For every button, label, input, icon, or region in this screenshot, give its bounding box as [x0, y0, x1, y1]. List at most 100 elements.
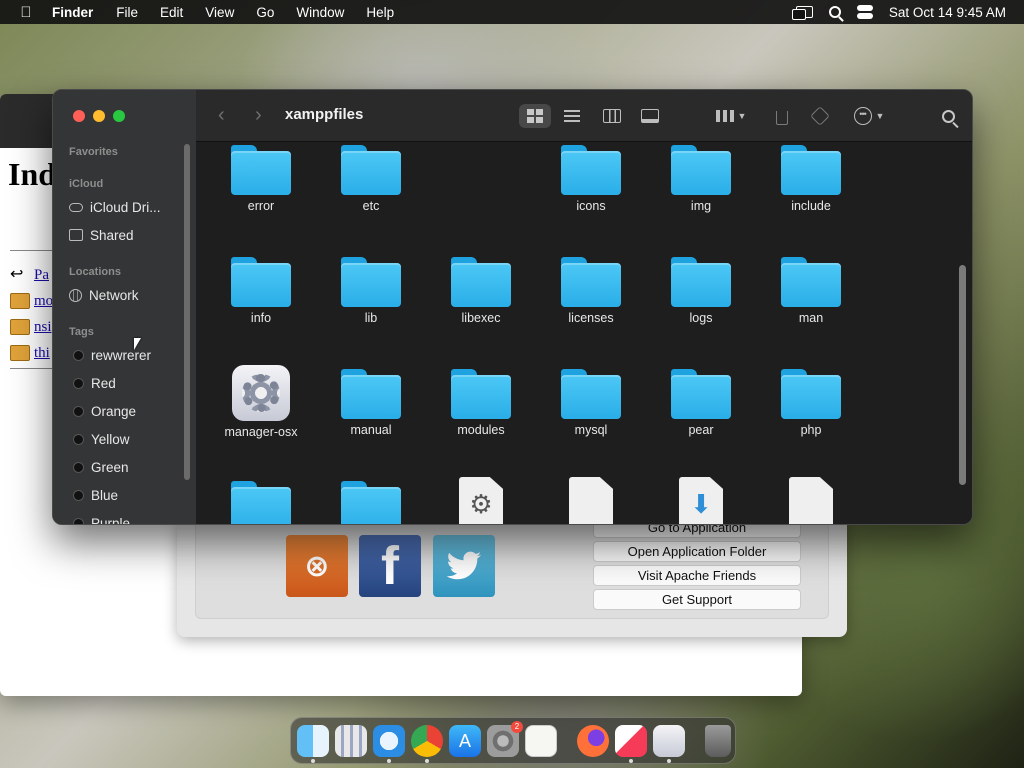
- file-item-licenses[interactable]: licenses: [541, 257, 641, 325]
- file-item-info[interactable]: info: [211, 257, 311, 325]
- trash-icon[interactable]: [705, 724, 731, 757]
- get-support-button[interactable]: Get Support: [593, 589, 801, 610]
- finder-icon-grid: error etc icons img include info lib lib…: [196, 143, 972, 524]
- group-by-button[interactable]: ▼: [710, 104, 752, 128]
- gallery-view-button[interactable]: [634, 104, 666, 128]
- minimize-window-button[interactable]: [93, 110, 105, 122]
- xampp-manager-window[interactable]: ⊗ f Go to Application Open Application F…: [177, 517, 847, 637]
- textedit-icon[interactable]: [525, 724, 557, 757]
- content-scrollbar[interactable]: [959, 265, 966, 485]
- more-actions-button[interactable]: ••• ▼: [848, 104, 890, 128]
- sidebar-tag-green[interactable]: Green: [69, 457, 129, 477]
- file-item-man[interactable]: man: [761, 257, 861, 325]
- sidebar-tag-orange[interactable]: Orange: [69, 401, 136, 421]
- file-item-etc[interactable]: etc: [321, 145, 421, 213]
- share-button[interactable]: [770, 104, 794, 128]
- icon-view-button[interactable]: [519, 104, 551, 128]
- page-heading: Ind: [8, 156, 57, 192]
- file-item-partial[interactable]: ⬇: [651, 477, 751, 524]
- launchpad-icon[interactable]: [335, 724, 367, 757]
- firefox-icon[interactable]: [577, 724, 609, 757]
- column-view-button[interactable]: [596, 104, 628, 128]
- ellipsis-circle-icon: •••: [853, 107, 872, 125]
- sidebar-item-network[interactable]: Network: [69, 285, 139, 305]
- chrome-icon[interactable]: [411, 724, 443, 763]
- file-item-error[interactable]: error: [211, 145, 311, 213]
- menu-bar-clock[interactable]: Sat Oct 14 9:45 AM: [889, 5, 1006, 20]
- menu-window[interactable]: Window: [285, 5, 355, 20]
- sidebar-item-label: Purple: [91, 515, 131, 525]
- file-item-label: manager-osx: [224, 425, 298, 439]
- file-item-logs[interactable]: logs: [651, 257, 751, 325]
- search-button[interactable]: [934, 104, 962, 128]
- forward-chevron-icon[interactable]: ›: [255, 104, 262, 127]
- tag-dot-icon: [73, 433, 84, 445]
- finder-icon[interactable]: [297, 724, 329, 763]
- menu-go[interactable]: Go: [245, 5, 285, 20]
- xampp-logo-icon[interactable]: ⊗: [286, 535, 348, 597]
- manager-osx-icon[interactable]: [653, 724, 685, 763]
- menu-edit[interactable]: Edit: [149, 5, 194, 20]
- visit-apache-friends-button[interactable]: Visit Apache Friends: [593, 565, 801, 586]
- file-item-mysql[interactable]: mysql: [541, 369, 641, 437]
- file-item-icons[interactable]: icons: [541, 145, 641, 213]
- file-item-pear[interactable]: pear: [651, 369, 751, 437]
- system-settings-icon[interactable]: 2: [487, 720, 523, 757]
- spotlight-search-icon[interactable]: [828, 6, 841, 18]
- file-item-partial[interactable]: [541, 477, 641, 524]
- file-item-label: modules: [457, 423, 505, 437]
- menu-help[interactable]: Help: [355, 5, 405, 20]
- sidebar-item-shared[interactable]: Shared: [69, 225, 134, 245]
- file-item-libexec[interactable]: libexec: [431, 257, 531, 325]
- file-item-manual[interactable]: manual: [321, 369, 421, 437]
- file-item-lib[interactable]: lib: [321, 257, 421, 325]
- file-item-label: pear: [688, 423, 714, 437]
- twitter-icon[interactable]: [433, 535, 495, 597]
- app-store-icon[interactable]: A: [449, 724, 481, 757]
- file-item-manager-osx[interactable]: manager-osx: [211, 365, 311, 439]
- sidebar-item-label: Blue: [91, 487, 119, 503]
- file-item-img[interactable]: img: [651, 145, 751, 213]
- screen-mirroring-icon[interactable]: [791, 6, 813, 20]
- sidebar-tag-yellow[interactable]: Yellow: [69, 429, 130, 449]
- file-item-partial[interactable]: [211, 481, 311, 524]
- open-application-folder-button[interactable]: Open Application Folder: [593, 541, 801, 562]
- finder-window[interactable]: Favorites iCloud iCloud Dri... Shared Lo…: [52, 89, 973, 525]
- control-center-icon[interactable]: [856, 5, 873, 19]
- folder-icon: [671, 257, 731, 307]
- sidebar-item-label: rewwrerer: [91, 347, 152, 363]
- safari-icon[interactable]: [373, 724, 405, 763]
- group-icon: [715, 110, 734, 122]
- news-icon[interactable]: [615, 724, 647, 763]
- back-chevron-icon[interactable]: ‹: [218, 104, 225, 127]
- parent-directory-link[interactable]: Pa: [34, 267, 49, 284]
- file-item-partial[interactable]: [761, 477, 861, 524]
- file-item-modules[interactable]: modules: [431, 369, 531, 437]
- sidebar-scrollbar[interactable]: [184, 144, 190, 480]
- sidebar-tag-red[interactable]: Red: [69, 373, 116, 393]
- file-item-php[interactable]: php: [761, 369, 861, 437]
- directory-link[interactable]: thi: [34, 345, 50, 362]
- zoom-window-button[interactable]: [113, 110, 125, 122]
- file-item-partial[interactable]: ⚙: [431, 477, 531, 524]
- menu-view[interactable]: View: [194, 5, 245, 20]
- facebook-icon[interactable]: f: [359, 535, 421, 597]
- sidebar-item-icloud-drive[interactable]: iCloud Dri...: [69, 197, 161, 217]
- sidebar-tag-purple[interactable]: Purple: [69, 513, 131, 525]
- directory-link[interactable]: mo: [34, 293, 53, 310]
- folder-icon: [341, 369, 401, 419]
- apple-menu-icon[interactable]: : [0, 4, 52, 21]
- menu-file[interactable]: File: [105, 5, 149, 20]
- installer-download-icon: ⬇: [679, 477, 723, 524]
- tag-button[interactable]: [808, 104, 832, 128]
- close-window-button[interactable]: [73, 110, 85, 122]
- finder-sidebar: Favorites iCloud iCloud Dri... Shared Lo…: [53, 90, 196, 524]
- directory-link[interactable]: nsi: [34, 319, 52, 336]
- file-item-include[interactable]: include: [761, 145, 861, 213]
- menu-finder[interactable]: Finder: [52, 5, 105, 20]
- sidebar-item-label: Shared: [90, 227, 134, 243]
- file-item-partial[interactable]: [321, 481, 421, 524]
- file-item-label: icons: [576, 199, 606, 213]
- list-view-button[interactable]: [556, 104, 588, 128]
- sidebar-tag-blue[interactable]: Blue: [69, 485, 118, 505]
